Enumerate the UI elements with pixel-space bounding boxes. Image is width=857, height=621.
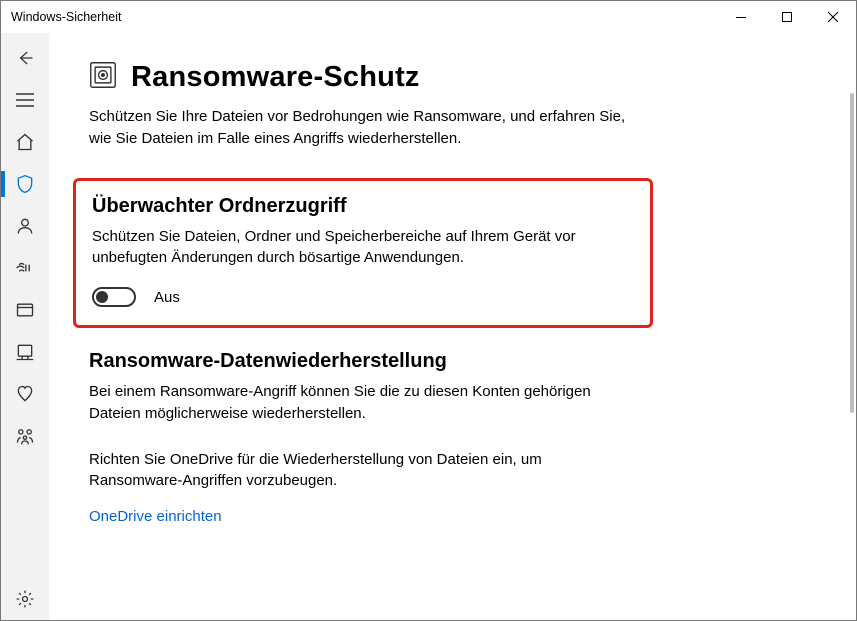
- cfa-toggle-row: Aus: [92, 287, 632, 307]
- device-security-icon[interactable]: [1, 331, 49, 373]
- minimize-button[interactable]: [718, 1, 764, 33]
- settings-icon[interactable]: [1, 578, 49, 620]
- home-icon[interactable]: [1, 121, 49, 163]
- account-protection-icon[interactable]: [1, 205, 49, 247]
- controlled-folder-access-section: Überwachter Ordnerzugriff Schützen Sie D…: [73, 178, 653, 329]
- cfa-description: Schützen Sie Dateien, Ordner und Speiche…: [92, 226, 632, 270]
- window-controls: [718, 1, 856, 33]
- family-options-icon[interactable]: [1, 415, 49, 457]
- cfa-toggle-label: Aus: [154, 289, 180, 306]
- page-title: Ransomware-Schutz: [131, 61, 420, 94]
- device-performance-icon[interactable]: [1, 373, 49, 415]
- window-title: Windows-Sicherheit: [11, 10, 121, 24]
- main-content: Ransomware-Schutz Schützen Sie Ihre Date…: [49, 33, 856, 620]
- sidebar: [1, 33, 49, 620]
- recovery-heading: Ransomware-Datenwiederherstellung: [89, 350, 629, 373]
- close-button[interactable]: [810, 1, 856, 33]
- virus-protection-icon[interactable]: [1, 163, 49, 205]
- page-header: Ransomware-Schutz: [89, 61, 816, 94]
- ransomware-icon: [89, 61, 117, 94]
- cfa-heading: Überwachter Ordnerzugriff: [92, 195, 632, 218]
- onedrive-prompt: Richten Sie OneDrive für die Wiederherst…: [89, 449, 629, 493]
- recovery-section: Ransomware-Datenwiederherstellung Bei ei…: [89, 350, 629, 425]
- back-button[interactable]: [1, 37, 49, 79]
- recovery-description: Bei einem Ransomware-Angriff können Sie …: [89, 381, 629, 425]
- titlebar: Windows-Sicherheit: [1, 1, 856, 33]
- window-body: Ransomware-Schutz Schützen Sie Ihre Date…: [1, 33, 856, 620]
- cfa-toggle[interactable]: [92, 287, 136, 307]
- app-browser-control-icon[interactable]: [1, 289, 49, 331]
- maximize-button[interactable]: [764, 1, 810, 33]
- hamburger-menu-icon[interactable]: [1, 79, 49, 121]
- scrollbar[interactable]: [850, 93, 854, 413]
- onedrive-setup-link[interactable]: OneDrive einrichten: [89, 508, 222, 525]
- firewall-icon[interactable]: [1, 247, 49, 289]
- page-subtitle: Schützen Sie Ihre Dateien vor Bedrohunge…: [89, 106, 629, 150]
- app-window: Windows-Sicherheit: [0, 0, 857, 621]
